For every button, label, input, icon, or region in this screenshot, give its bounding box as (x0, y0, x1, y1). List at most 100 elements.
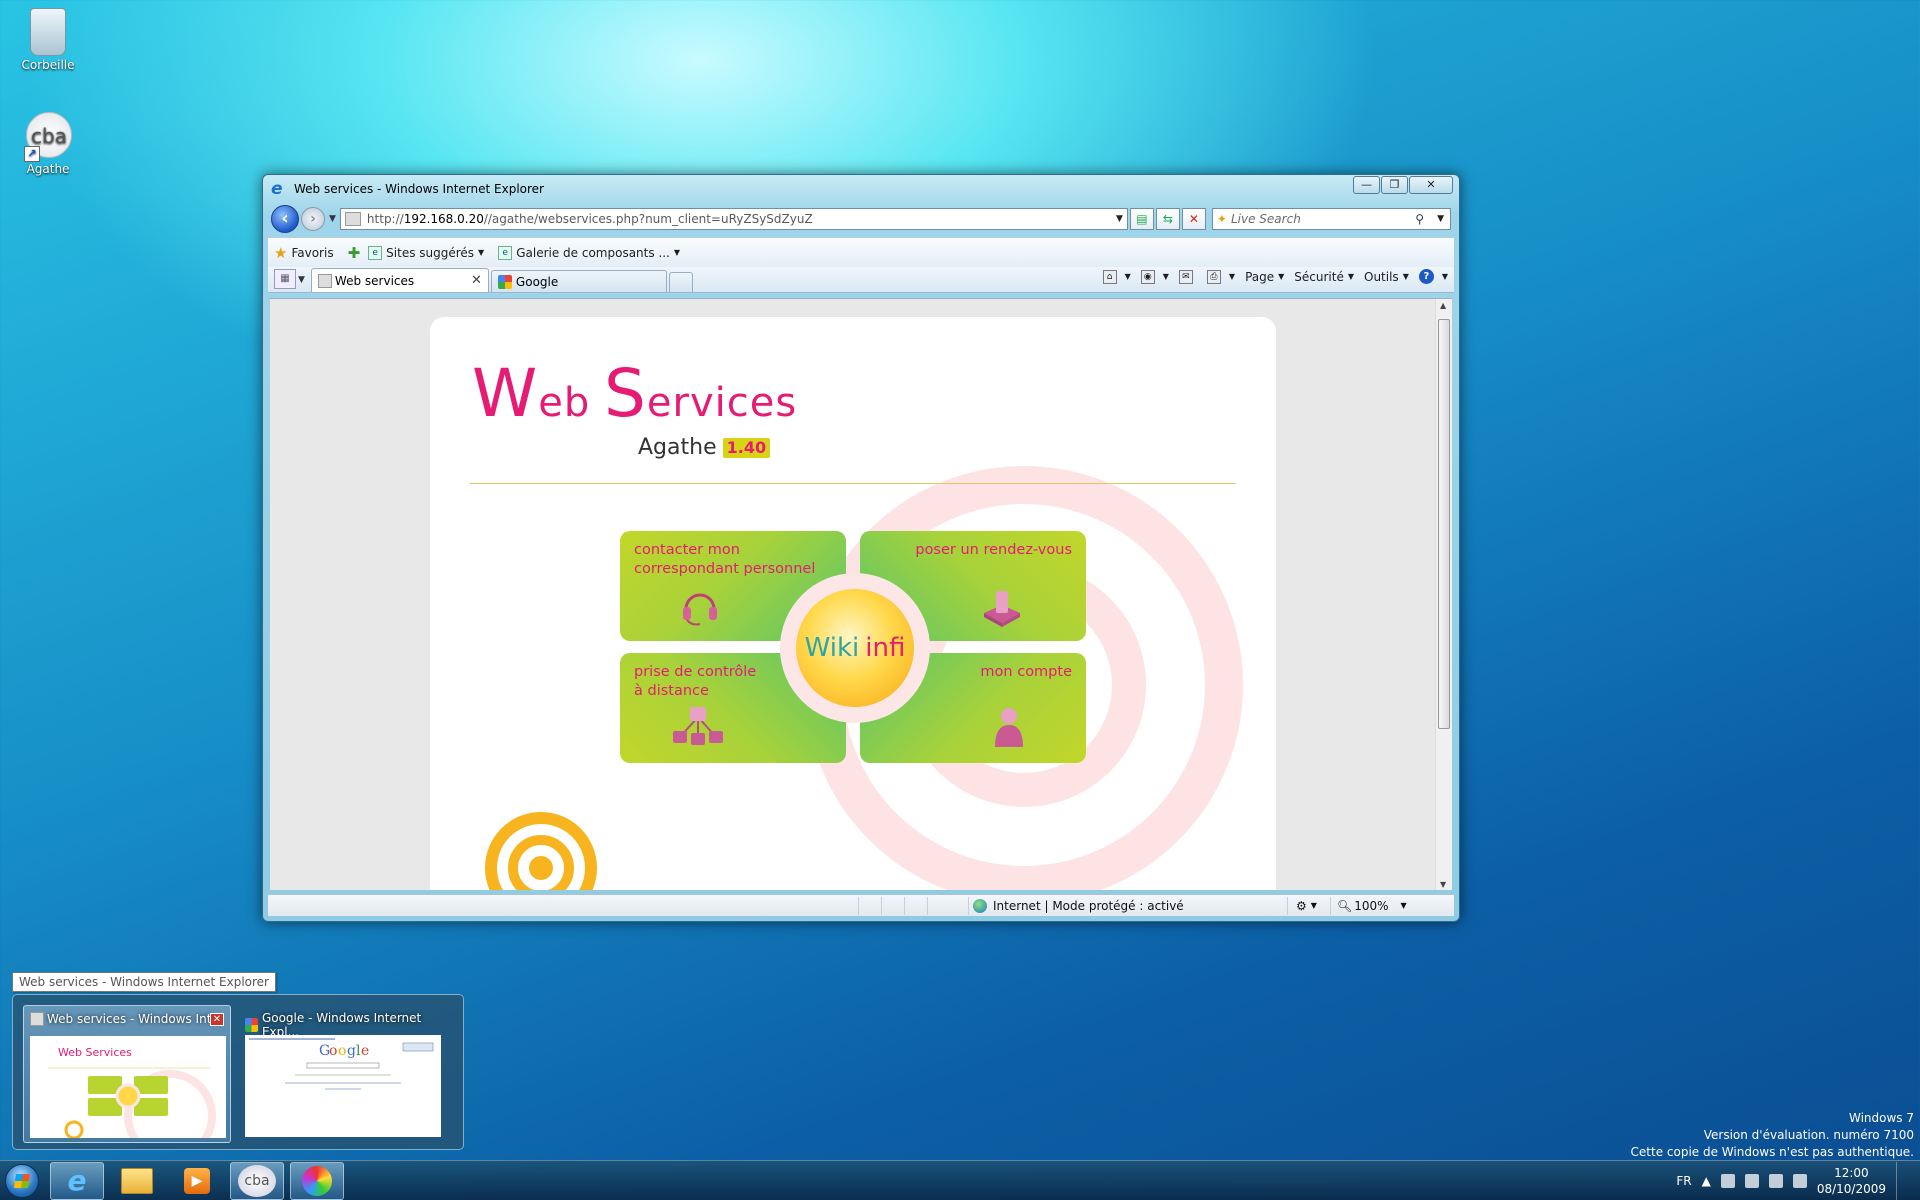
tab-list-dropdown-icon[interactable]: ▼ (298, 275, 305, 285)
zoom-icon: 🔍︎ (1337, 898, 1353, 913)
search-options-icon[interactable]: ▼ (1437, 214, 1444, 224)
status-bar: Internet | Mode protégé : activé ⚙ ▼ 🔍︎ 1… (268, 894, 1454, 916)
stop-button[interactable]: ✕ (1181, 208, 1206, 230)
version-badge: 1.40 (722, 437, 771, 458)
taskbar-ie-button[interactable]: e (50, 1161, 104, 1200)
address-bar[interactable]: http://192.168.0.20//agathe/webservices.… (339, 208, 1128, 230)
scroll-down-icon[interactable]: ▼ (1440, 880, 1446, 889)
window-title: Web services - Windows Internet Explorer (294, 182, 544, 196)
taskbar-agathe-button[interactable]: cba (230, 1161, 284, 1200)
window-titlebar[interactable]: e Web services - Windows Internet Explor… (263, 175, 1459, 203)
tools-menu[interactable]: Outils ▼ (1364, 270, 1409, 284)
chevron-down-icon: ▼ (1441, 272, 1448, 281)
internet-globe-icon (973, 898, 987, 913)
preview-google[interactable]: Google - Windows Internet Expl... G o o … (239, 1005, 447, 1143)
cba-logo-icon: cba (238, 1164, 276, 1197)
vertical-scrollbar[interactable]: ▲ ▼ (1435, 299, 1452, 890)
taskbar-tooltip: Web services - Windows Internet Explorer (12, 972, 276, 992)
new-tab-button[interactable] (668, 272, 693, 292)
show-hidden-icons-icon[interactable]: ▲ (1702, 1174, 1711, 1188)
suggested-sites-button[interactable]: e Sites suggérés ▼ (368, 245, 484, 260)
clock[interactable]: 12:00 08/10/2009 (1817, 1165, 1886, 1197)
taskbar-media-player-button[interactable]: ▶ (170, 1162, 224, 1200)
favorites-button[interactable]: ★ Favoris (274, 244, 334, 262)
home-button[interactable]: ⌂ ▼ (1102, 269, 1131, 284)
minimize-button[interactable]: — (1353, 176, 1380, 194)
show-desktop-button[interactable] (1896, 1162, 1908, 1200)
print-button[interactable]: ⎙ ▼ (1206, 269, 1235, 284)
volume-muted-icon[interactable] (1792, 1174, 1807, 1188)
device-icon[interactable] (1744, 1174, 1759, 1188)
tab-bar: ▦ ▼ Web services ✕ Google ⌂ ▼ ◉ ▼ ✉ ⎙ ▼ Pag… (268, 267, 1454, 293)
tools-menu-label: Outils (1364, 269, 1399, 284)
wiki-infi-hub[interactable]: Wiki infi (780, 573, 930, 723)
back-button[interactable]: ‹ (271, 205, 299, 233)
start-button[interactable] (0, 1161, 44, 1200)
page-icon (344, 212, 361, 226)
desktop-icon-agathe[interactable]: cba ↗ Agathe (8, 112, 88, 176)
feeds-button[interactable]: ◉ ▼ (1140, 269, 1169, 284)
web-slice-gallery-button[interactable]: e Galerie de composants ... ▼ (498, 245, 680, 260)
printer-icon: ⎙ (1206, 269, 1221, 284)
navigation-bar: ‹ › ▼ http://192.168.0.20//agathe/webser… (271, 204, 1451, 234)
tab-web-services[interactable]: Web services ✕ (310, 268, 489, 292)
scroll-thumb[interactable] (1438, 319, 1450, 729)
tile-label: poser un rendez-vous (915, 542, 1072, 558)
page-viewport: Web Services Agathe 1.40 contacter mon c… (270, 298, 1452, 890)
close-button[interactable]: ✕ (1409, 176, 1453, 194)
page-icon (30, 1012, 44, 1026)
desktop-icon-label: Corbeille (21, 58, 75, 72)
language-indicator[interactable]: FR (1676, 1174, 1691, 1188)
paint-palette-icon (302, 1165, 332, 1196)
google-favicon-icon (497, 274, 512, 289)
taskbar-paint-button[interactable] (290, 1161, 344, 1200)
taskbar-explorer-button[interactable] (110, 1162, 164, 1200)
tile-label: contacter mon correspondant personnel (634, 542, 816, 577)
user-icon (995, 708, 1023, 747)
scroll-up-icon[interactable]: ▲ (1440, 301, 1446, 310)
search-magnifier-icon[interactable]: ⚲ (1415, 212, 1424, 226)
taskbar: e ▶ cba FR ▲ 12:00 08/10/2009 (0, 1160, 1920, 1200)
shortcut-arrow-icon: ↗ (24, 146, 40, 162)
refresh-button[interactable]: ⇆ (1155, 208, 1180, 230)
desktop-icon-recycle-bin[interactable]: Corbeille (8, 8, 88, 72)
tab-close-icon[interactable]: ✕ (471, 273, 482, 288)
mail-button[interactable]: ✉ (1178, 269, 1197, 284)
window-controls: — ❐ ✕ (1353, 176, 1453, 194)
system-tray: FR ▲ 12:00 08/10/2009 (1676, 1161, 1908, 1200)
star-icon: ★ (274, 243, 288, 262)
preview-web-services[interactable]: Web services - Windows Int... ✕ Web Serv… (23, 1005, 231, 1143)
tab-label: Google (515, 274, 559, 289)
quick-tabs-button[interactable]: ▦ (274, 269, 296, 289)
chevron-down-icon: ▼ (1124, 272, 1131, 281)
live-search-icon: ✦ (1216, 212, 1227, 226)
search-input[interactable]: ✦ Live Search ⚲ ▼ (1211, 208, 1451, 230)
add-favorite-button[interactable]: ✚ (348, 244, 365, 262)
desktop-icon-label: Agathe (26, 162, 70, 176)
network-icon[interactable] (1768, 1174, 1783, 1188)
page-subtitle: Agathe 1.40 (638, 435, 771, 460)
compatibility-view-button[interactable]: ▤ (1129, 208, 1154, 230)
page-menu[interactable]: Page ▼ (1245, 270, 1284, 284)
history-dropdown-icon[interactable]: ▼ (329, 214, 336, 224)
action-center-flag-icon[interactable] (1720, 1174, 1735, 1188)
zoom-control[interactable]: 🔍︎ 100% ▼ (1331, 899, 1407, 913)
address-prefix: http:// (366, 212, 404, 226)
preview-close-button[interactable]: ✕ (210, 1013, 224, 1026)
network-icon (673, 707, 723, 745)
restore-button[interactable]: ❐ (1381, 176, 1408, 194)
address-dropdown-icon[interactable]: ▼ (1116, 214, 1123, 224)
security-zone[interactable]: Internet | Mode protégé : activé (969, 898, 1287, 913)
help-menu[interactable]: ? ▼ (1418, 269, 1448, 284)
forward-button[interactable]: › (301, 207, 325, 231)
security-menu[interactable]: Sécurité ▼ (1294, 270, 1354, 284)
popup-blocker-button[interactable]: ⚙ ▼ (1288, 899, 1330, 913)
agathe-shortcut-icon: cba ↗ (24, 112, 72, 162)
tab-label: Web services (334, 273, 415, 288)
tab-google[interactable]: Google (490, 270, 667, 292)
page-title: Web Services (472, 355, 798, 432)
ie-page-icon: e (368, 245, 383, 260)
ie-window: e Web services - Windows Internet Explor… (262, 174, 1460, 922)
address-host: 192.168.0.20 (403, 212, 484, 226)
gallery-label: Galerie de composants ... (516, 245, 670, 260)
